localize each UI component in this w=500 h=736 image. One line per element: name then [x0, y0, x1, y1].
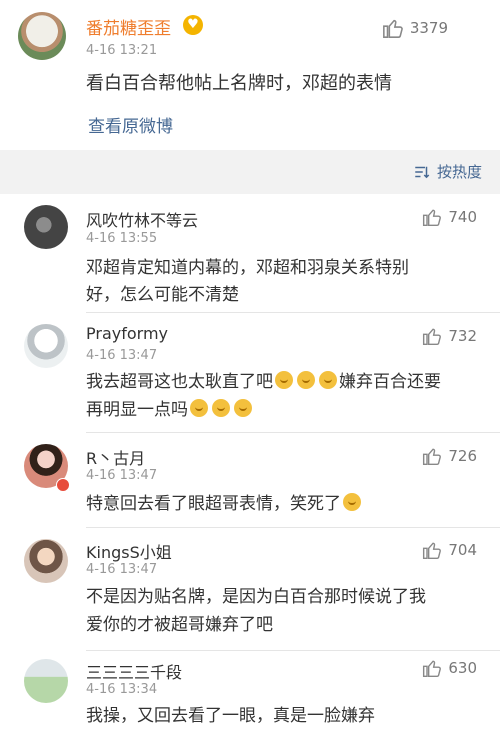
comment-timestamp: 4-16 13:55 [86, 231, 158, 246]
comment-text: 我操，又回去看了一眼，真是一脸嫌弃 [86, 706, 375, 726]
comment-text-part-2: 嫌弃百合还要 [339, 372, 441, 392]
comment-text-part-3: 再明显一点吗 [86, 400, 188, 420]
comment-item: 三三三三千段 4-16 13:34 630 我操，又回去看了一眼，真是一脸嫌弃 [0, 651, 500, 736]
comment-username[interactable]: 三三三三千段 [86, 659, 182, 683]
thumbs-up-icon [423, 209, 442, 227]
laughing-emoji-icon [343, 493, 361, 511]
comment-like-button[interactable]: 704 [422, 540, 477, 560]
comment-item: KingsS小姐 4-16 13:47 704 不是因为贴名牌，是因为白百合那时… [0, 528, 500, 649]
comment-username[interactable]: KingsS小姐 [86, 539, 172, 563]
view-original-link[interactable]: 查看原微博 [88, 112, 173, 137]
sort-icon [415, 166, 430, 178]
comment-text-line-2: 好，怎么可能不清楚 [86, 285, 239, 305]
sort-label: 按热度 [436, 163, 482, 181]
comment-text-part-1: 我去超哥这也太耿直了吧 [86, 372, 273, 392]
comment-like-count: 726 [448, 447, 477, 465]
top-avatar[interactable] [18, 12, 66, 60]
comment-like-count: 732 [448, 327, 477, 345]
comment-text-line-2: 再明显一点吗 [86, 396, 254, 425]
comment-item: R丶古月 4-16 13:47 726 特意回去看了眼超哥表情，笑死了 [0, 433, 500, 525]
comment-item: 风吹竹林不等云 4-16 13:55 740 邓超肯定知道内幕的，邓超和羽泉关系… [0, 194, 500, 312]
comment-timestamp: 4-16 13:47 [86, 468, 158, 483]
vip-badge-icon: ♥ [183, 15, 203, 35]
thumbs-up-icon [382, 19, 403, 38]
thumbs-up-icon [423, 542, 442, 560]
emoji-icon [319, 371, 337, 389]
emoji-icon [190, 399, 208, 417]
comment-like-button[interactable]: 732 [422, 326, 477, 346]
emoji-icon [212, 399, 230, 417]
top-like-button[interactable]: 3379 [382, 17, 448, 39]
top-timestamp: 4-16 13:21 [86, 43, 158, 58]
comment-text-line-1: 不是因为贴名牌，是因为白百合那时候说了我 [86, 587, 426, 607]
comment-like-count: 704 [448, 541, 477, 559]
comment-text-body: 特意回去看了眼超哥表情，笑死了 [86, 494, 341, 514]
top-username[interactable]: 番茄糖歪歪 [86, 14, 171, 39]
verified-badge-icon [56, 478, 70, 492]
top-post: 番茄糖歪歪 ♥ 4-16 13:21 3379 看白百合帮他帖上名牌时，邓超的表… [0, 0, 500, 150]
top-post-text: 看白百合帮他帖上名牌时，邓超的表情 [86, 73, 392, 94]
comment-text-line-2: 爱你的才被超哥嫌弃了吧 [86, 615, 273, 635]
comment-like-count: 630 [448, 659, 477, 677]
comment-username[interactable]: 风吹竹林不等云 [86, 207, 198, 231]
emoji-icon [234, 399, 252, 417]
comment-avatar[interactable] [24, 659, 68, 703]
comment-like-button[interactable]: 740 [422, 207, 477, 227]
thumbs-up-icon [423, 660, 442, 678]
thumbs-up-icon [423, 448, 442, 466]
comment-text-line-1: 我去超哥这也太耿直了吧 嫌弃百合还要 [86, 368, 441, 397]
comment-username[interactable]: Prayformy [86, 324, 168, 343]
comment-avatar[interactable] [24, 205, 68, 249]
emoji-icon [297, 371, 315, 389]
comment-avatar[interactable] [24, 539, 68, 583]
comment-like-count: 740 [448, 208, 477, 226]
top-like-count: 3379 [409, 19, 448, 37]
comment-like-button[interactable]: 630 [422, 658, 477, 678]
comment-username[interactable]: R丶古月 [86, 445, 145, 469]
comment-timestamp: 4-16 13:47 [86, 562, 158, 577]
comment-text: 特意回去看了眼超哥表情，笑死了 [86, 490, 363, 519]
comment-item: Prayformy 4-16 13:47 732 我去超哥这也太耿直了吧 嫌弃百合… [0, 313, 500, 431]
comment-like-button[interactable]: 726 [422, 446, 477, 466]
sort-button[interactable]: 按热度 [413, 161, 482, 182]
comment-list: 风吹竹林不等云 4-16 13:55 740 邓超肯定知道内幕的，邓超和羽泉关系… [0, 194, 500, 736]
comment-timestamp: 4-16 13:47 [86, 348, 158, 363]
comment-text-line-1: 邓超肯定知道内幕的，邓超和羽泉关系特别 [86, 258, 409, 278]
emoji-icon [275, 371, 293, 389]
comment-timestamp: 4-16 13:34 [86, 682, 158, 697]
comment-avatar[interactable] [24, 324, 68, 368]
thumbs-up-icon [423, 328, 442, 346]
